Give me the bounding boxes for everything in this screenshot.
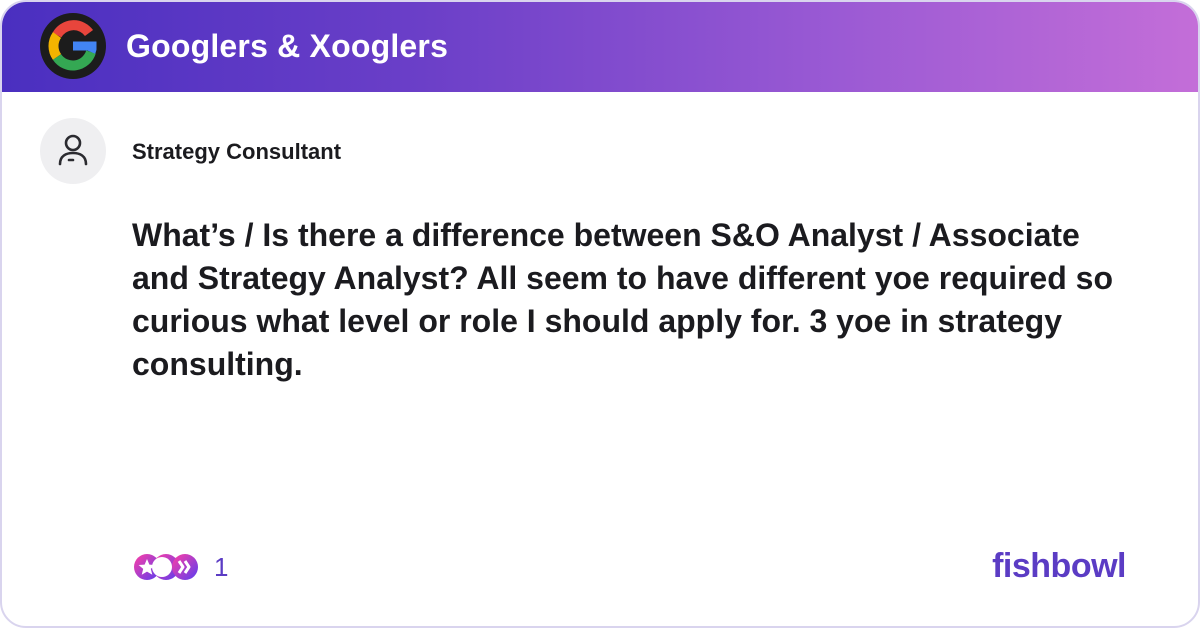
google-g-logo-icon[interactable] (40, 13, 106, 79)
reactions[interactable]: 1 (132, 550, 228, 584)
post-body[interactable]: What’s / Is there a difference between S… (132, 214, 1142, 386)
group-header: Googlers & Xooglers (2, 2, 1198, 92)
fishbowl-logo[interactable]: fishbowl (992, 544, 1126, 588)
post-card: Googlers & Xooglers Strategy Consultant … (0, 0, 1200, 628)
group-name[interactable]: Googlers & Xooglers (126, 24, 448, 68)
reaction-icons (134, 554, 198, 580)
reaction-count: 1 (214, 552, 229, 582)
author-title[interactable]: Strategy Consultant (132, 138, 341, 166)
user-icon (58, 134, 88, 166)
avatar[interactable] (40, 118, 106, 184)
